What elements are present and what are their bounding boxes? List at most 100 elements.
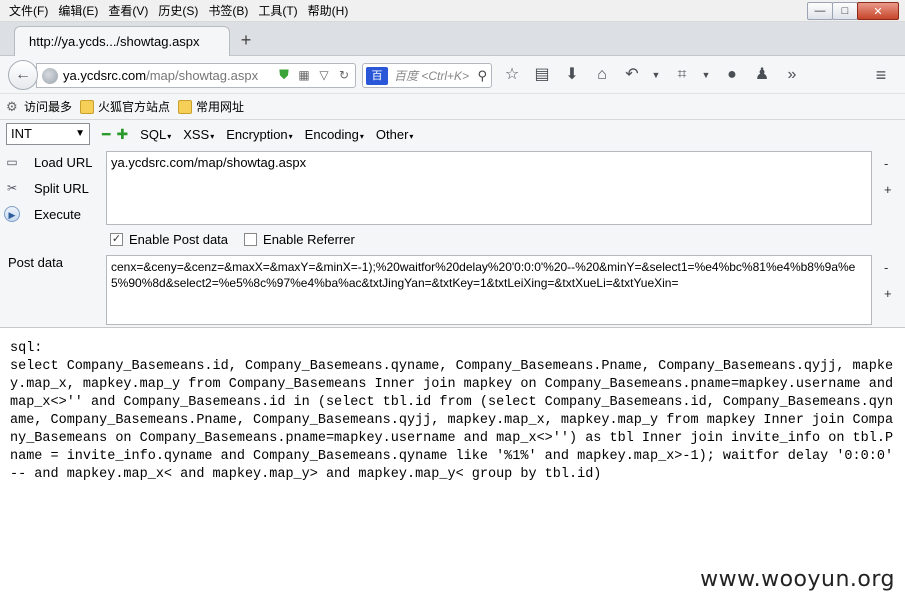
url-shrink-button[interactable]: - xyxy=(884,156,888,171)
encryption-menu-label: Encryption xyxy=(226,126,288,142)
new-tab-button[interactable]: + xyxy=(236,30,256,50)
enable-referrer-checkbox[interactable] xyxy=(244,233,258,246)
minimize-button[interactable]: — xyxy=(807,2,833,20)
undo-icon[interactable]: ↶ xyxy=(620,65,644,85)
url-bar[interactable]: ya.ycdsrc.com/map/showtag.aspx ⛊ ▦ ▽ ↻ xyxy=(36,63,356,88)
menu-bar: 文件(F) 编辑(E) 查看(V) 历史(S) 书签(B) 工具(T) 帮助(H… xyxy=(0,0,905,22)
baidu-paw-icon[interactable]: 百 xyxy=(366,66,388,85)
qr-code-icon[interactable]: ▦ xyxy=(297,68,311,82)
browser-toolbar: ☆ ▤ ⬇ ⌂ ↶ ▼ ⌗ ▼ ● ♟ » xyxy=(500,65,810,85)
tab-active[interactable]: http://ya.ycds.../showtag.aspx xyxy=(14,26,230,56)
dropdown-arrow-icon[interactable]: ▽ xyxy=(317,68,331,82)
bookmark-firefox-site[interactable]: 火狐官方站点 xyxy=(80,98,170,115)
bookmark-label: 火狐官方站点 xyxy=(98,100,171,114)
execute-button[interactable]: ▶ Execute xyxy=(4,206,81,222)
bookmark-label: 常用网址 xyxy=(196,100,245,114)
load-url-button[interactable]: ▭ Load URL xyxy=(4,154,93,170)
close-button[interactable]: ✕ xyxy=(857,2,899,20)
bookmark-star-icon[interactable]: ☆ xyxy=(500,65,524,85)
post-data-textarea[interactable]: cenx=&ceny=&cenz=&maxX=&maxY=&minX=-1);%… xyxy=(106,255,872,325)
url-bar-icons: ⛊ ▦ ▽ ↻ xyxy=(277,68,351,83)
other-menu[interactable]: Other▾ xyxy=(376,127,414,142)
encoding-menu-label: Encoding xyxy=(304,126,359,142)
caret-icon: ▾ xyxy=(288,131,293,141)
other-menu-label: Other xyxy=(375,126,409,142)
hamburger-menu-icon[interactable]: ≡ xyxy=(871,66,891,84)
back-arrow-icon: ← xyxy=(15,66,31,83)
caret-icon: ▾ xyxy=(167,131,172,141)
page-content: sql: select Company_Basemeans.id, Compan… xyxy=(0,328,905,606)
caret-icon: ▾ xyxy=(210,131,215,141)
menu-edit[interactable]: 编辑(E) xyxy=(53,2,103,20)
reload-icon[interactable]: ↻ xyxy=(337,68,351,82)
decrease-button[interactable]: ━ xyxy=(102,126,110,143)
type-select[interactable]: INT ▼ xyxy=(6,123,90,145)
post-shrink-button[interactable]: - xyxy=(884,260,888,275)
search-bar[interactable]: 百 百度 <Ctrl+K> ⚲ xyxy=(362,63,492,88)
execute-label: Execute xyxy=(34,206,81,222)
sql-output: sql: select Company_Basemeans.id, Compan… xyxy=(10,341,894,482)
menu-help[interactable]: 帮助(H) xyxy=(303,2,354,20)
gear-icon: ⚙ xyxy=(6,98,18,114)
folder-icon xyxy=(80,99,95,114)
watermark: www.wooyun.org xyxy=(700,567,895,592)
bookmark-most-visited[interactable]: ⚙ 访问最多 xyxy=(6,98,72,115)
download-icon[interactable]: ⬇ xyxy=(560,65,584,85)
load-url-icon: ▭ xyxy=(6,155,18,169)
enable-post-checkbox[interactable]: ✓ xyxy=(110,233,123,246)
menu-history[interactable]: 历史(S) xyxy=(153,2,203,20)
menu-file[interactable]: 文件(F) xyxy=(4,2,53,20)
chat-icon[interactable]: ● xyxy=(720,65,744,85)
menu-bookmarks[interactable]: 书签(B) xyxy=(203,2,253,20)
hackbar-toolbar: INT ▼ ━ ✚ SQL▾ XSS▾ Encryption▾ Encoding▾… xyxy=(0,120,905,148)
nav-bar: ya.ycdsrc.com/map/showtag.aspx ⛊ ▦ ▽ ↻ ←… xyxy=(0,56,905,94)
overflow-chevron-icon[interactable]: » xyxy=(780,65,804,85)
chevron-down-icon[interactable]: ▼ xyxy=(700,65,712,85)
sql-menu-label: SQL xyxy=(140,126,167,142)
folder-icon xyxy=(178,99,193,114)
back-button[interactable]: ← xyxy=(8,60,38,90)
post-data-label: Post data xyxy=(8,255,63,270)
window-controls: — □ ✕ xyxy=(807,2,899,20)
increase-button[interactable]: ✚ xyxy=(116,126,128,143)
post-expand-button[interactable]: + xyxy=(884,286,892,301)
menu-view[interactable]: 查看(V) xyxy=(103,2,153,20)
type-select-value: INT xyxy=(11,126,32,141)
bookmarks-bar: ⚙ 访问最多 火狐官方站点 常用网址 xyxy=(0,94,905,120)
bookmark-common-sites[interactable]: 常用网址 xyxy=(178,98,244,115)
user-icon[interactable]: ♟ xyxy=(750,65,774,85)
caret-icon: ▾ xyxy=(409,131,414,141)
chevron-down-icon[interactable]: ▼ xyxy=(650,65,662,85)
search-icon[interactable]: ⚲ xyxy=(477,68,487,84)
enable-post-label: Enable Post data xyxy=(129,232,229,247)
search-placeholder: 百度 <Ctrl+K> xyxy=(394,69,470,83)
play-icon: ▶ xyxy=(4,206,20,222)
sql-menu[interactable]: SQL▾ xyxy=(140,127,171,142)
url-path: /map/showtag.aspx xyxy=(146,68,259,83)
crop-icon[interactable]: ⌗ xyxy=(670,65,694,85)
load-url-label: Load URL xyxy=(34,154,93,170)
split-url-button[interactable]: ✂ Split URL xyxy=(4,180,89,196)
url-host: ya.ycdsrc.com xyxy=(63,68,147,83)
url-text[interactable]: ya.ycdsrc.com/map/showtag.aspx xyxy=(63,68,258,83)
url-expand-button[interactable]: + xyxy=(884,182,892,197)
reading-list-icon[interactable]: ▤ xyxy=(530,65,554,85)
xss-menu-label: XSS xyxy=(183,126,210,142)
home-icon[interactable]: ⌂ xyxy=(590,65,614,85)
tab-strip: http://ya.ycds.../showtag.aspx + xyxy=(0,22,905,56)
split-url-label: Split URL xyxy=(34,180,89,196)
menu-tools[interactable]: 工具(T) xyxy=(253,2,302,20)
shield-icon[interactable]: ⛊ xyxy=(277,68,291,82)
caret-icon: ▾ xyxy=(359,131,364,141)
xss-menu[interactable]: XSS▾ xyxy=(183,127,214,142)
hackbar-panel: ▭ Load URL ✂ Split URL ▶ Execute ya.ycdsrc.… xyxy=(0,148,905,328)
scissors-icon: ✂ xyxy=(6,181,18,195)
enable-referrer-label: Enable Referrer xyxy=(263,232,355,247)
chevron-down-icon: ▼ xyxy=(75,128,85,139)
maximize-button[interactable]: □ xyxy=(832,2,858,20)
globe-icon xyxy=(42,67,58,84)
encoding-menu[interactable]: Encoding▾ xyxy=(305,127,364,142)
options-row: ✓ Enable Post data Enable Referrer xyxy=(110,232,355,247)
encryption-menu[interactable]: Encryption▾ xyxy=(226,127,292,142)
url-textarea[interactable]: ya.ycdsrc.com/map/showtag.aspx xyxy=(106,151,872,225)
